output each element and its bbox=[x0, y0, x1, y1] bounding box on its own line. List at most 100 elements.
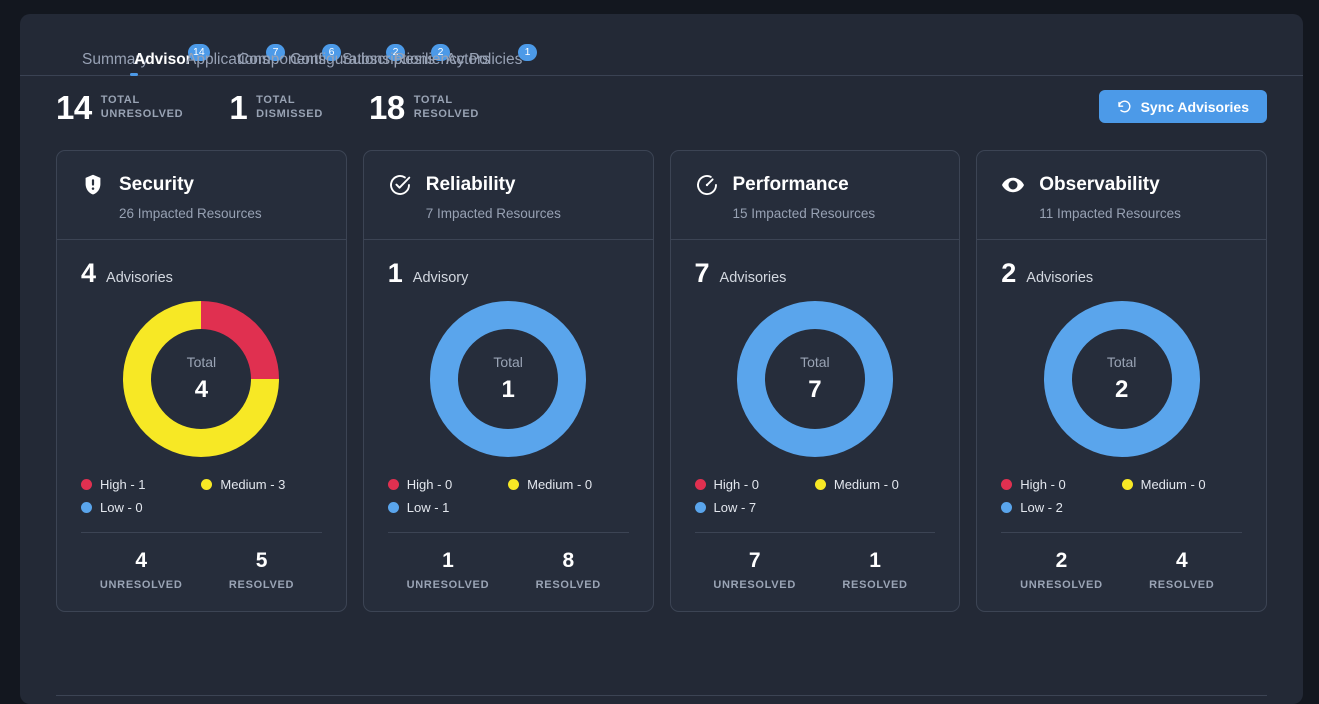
legend-dot-high bbox=[694, 479, 706, 490]
summary-stat-number: 18 bbox=[368, 88, 405, 126]
card-title: Reliability bbox=[425, 174, 516, 195]
tab-resiliency-policies[interactable]: Resiliency Policies 1 bbox=[368, 14, 537, 75]
card-body: 4 Advisories Total 4 High - 1 Medium - 3 L… bbox=[57, 240, 346, 611]
card-footer-number: 4 bbox=[135, 549, 148, 572]
card-footer: 1 UNRESOLVED 8 RESOLVED bbox=[387, 532, 629, 611]
donut-total-number: 2 bbox=[1114, 376, 1129, 403]
card-footer-number: 7 bbox=[748, 549, 761, 572]
summary-stat: 1 TOTAL DISMISSED bbox=[229, 91, 323, 124]
tab-badge: 1 bbox=[518, 44, 537, 61]
card-footer-stat: 5 RESOLVED bbox=[201, 549, 321, 591]
tab-summary[interactable]: Summary bbox=[56, 14, 148, 75]
summary-stat-line1: TOTAL bbox=[100, 94, 140, 106]
legend-item-high[interactable]: High - 0 bbox=[387, 477, 508, 492]
advisor-cards: Security 26 Impacted Resources 4 Advisor… bbox=[20, 138, 1303, 613]
summary-stat-line1: TOTAL bbox=[256, 94, 296, 106]
legend-item-low[interactable]: Low - 1 bbox=[387, 500, 508, 515]
tab-bar: Summary Advisor 14 Applications 7 Components 6… bbox=[20, 14, 1303, 76]
card-footer-label: RESOLVED bbox=[228, 579, 295, 592]
card-footer-number: 5 bbox=[255, 549, 268, 572]
legend-dot-low bbox=[387, 502, 399, 513]
advisor-card-reliability[interactable]: Reliability 7 Impacted Resources 1 Advis… bbox=[362, 150, 654, 613]
donut-chart[interactable]: Total 2 bbox=[1043, 301, 1200, 457]
card-footer-stat: 7 UNRESOLVED bbox=[695, 549, 815, 591]
legend-item-high[interactable]: High - 0 bbox=[694, 477, 815, 492]
legend-dot-high bbox=[1001, 479, 1013, 490]
advisor-card-security[interactable]: Security 26 Impacted Resources 4 Advisor… bbox=[56, 150, 347, 613]
legend-item-low[interactable]: Low - 0 bbox=[81, 500, 201, 515]
card-footer-stat: 2 UNRESOLVED bbox=[1001, 549, 1121, 591]
card-footer-stat: 1 RESOLVED bbox=[815, 549, 935, 591]
card-impacted-resources: 11 Impacted Resources bbox=[1039, 206, 1181, 221]
legend-label: Medium - 3 bbox=[220, 477, 286, 492]
advisories-count-row: 1 Advisory bbox=[388, 260, 629, 287]
card-footer-label: RESOLVED bbox=[1149, 579, 1215, 592]
tab-components[interactable]: Components 6 bbox=[212, 14, 341, 75]
legend-dot-medium bbox=[508, 479, 520, 490]
donut-total-number: 7 bbox=[808, 376, 822, 403]
tab-label: Actors bbox=[446, 51, 490, 68]
donut-chart[interactable]: Total 1 bbox=[430, 301, 587, 457]
donut-chart-wrapper: Total 1 bbox=[388, 301, 629, 457]
donut-total-label: Total bbox=[1106, 354, 1137, 370]
legend-label: Medium - 0 bbox=[1140, 477, 1206, 492]
legend-dot-low bbox=[1001, 502, 1013, 513]
severity-legend: High - 1 Medium - 3 Low - 0 bbox=[81, 477, 322, 515]
refresh-icon bbox=[1117, 99, 1132, 114]
legend-label: High - 0 bbox=[1020, 477, 1066, 492]
donut-chart-wrapper: Total 4 bbox=[81, 301, 322, 457]
advisories-label: Advisories bbox=[1026, 270, 1094, 286]
tab-actors[interactable]: Actors bbox=[420, 14, 490, 75]
advisories-count-row: 4 Advisories bbox=[81, 260, 322, 287]
sync-advisories-button[interactable]: Sync Advisories bbox=[1098, 90, 1267, 123]
gauge-icon bbox=[695, 173, 719, 197]
card-footer-number: 4 bbox=[1175, 549, 1188, 572]
card-footer-number: 1 bbox=[869, 549, 881, 572]
legend-item-high[interactable]: High - 1 bbox=[81, 477, 201, 492]
donut-total-number: 1 bbox=[501, 376, 515, 403]
legend-label: Low - 0 bbox=[100, 500, 143, 515]
tab-configurations[interactable]: Configurations 2 bbox=[264, 14, 405, 75]
legend-dot-medium bbox=[814, 479, 826, 490]
legend-dot-low bbox=[694, 502, 706, 513]
advisor-card-observability[interactable]: Observability 11 Impacted Resources 2 Ad… bbox=[976, 150, 1267, 613]
legend-item-medium[interactable]: Medium - 0 bbox=[1121, 477, 1242, 492]
advisories-label: Advisories bbox=[106, 270, 173, 286]
donut-chart[interactable]: Total 7 bbox=[736, 301, 893, 457]
tab-applications[interactable]: Applications 7 bbox=[160, 14, 285, 75]
legend-item-low[interactable]: Low - 2 bbox=[1001, 500, 1121, 515]
advisories-count: 2 bbox=[1001, 258, 1017, 288]
advisories-count-row: 2 Advisories bbox=[1001, 260, 1242, 287]
advisories-count: 7 bbox=[694, 258, 710, 288]
legend-dot-low bbox=[81, 502, 92, 513]
check-circle-icon bbox=[388, 173, 412, 197]
donut-chart[interactable]: Total 4 bbox=[123, 301, 280, 457]
legend-item-medium[interactable]: Medium - 0 bbox=[814, 477, 935, 492]
donut-center: Total 2 bbox=[1044, 301, 1200, 457]
donut-chart-wrapper: Total 2 bbox=[1001, 301, 1242, 457]
legend-label: Low - 7 bbox=[713, 500, 757, 515]
card-footer-label: UNRESOLVED bbox=[99, 579, 183, 592]
legend-label: Medium - 0 bbox=[527, 477, 593, 492]
summary-stat: 14 TOTAL UNRESOLVED bbox=[56, 91, 183, 124]
summary-stat-line2: DISMISSED bbox=[256, 108, 323, 120]
card-title: Observability bbox=[1039, 174, 1160, 195]
donut-center: Total 7 bbox=[737, 301, 893, 457]
legend-item-low[interactable]: Low - 7 bbox=[694, 500, 815, 515]
donut-chart-wrapper: Total 7 bbox=[695, 301, 936, 457]
severity-legend: High - 0 Medium - 0 Low - 2 bbox=[1001, 477, 1242, 515]
bottom-divider bbox=[56, 695, 1267, 696]
card-title: Performance bbox=[732, 174, 849, 195]
legend-item-medium[interactable]: Medium - 3 bbox=[201, 477, 321, 492]
advisor-panel: Summary Advisor 14 Applications 7 Components 6… bbox=[20, 14, 1303, 704]
card-footer: 2 UNRESOLVED 4 RESOLVED bbox=[1001, 532, 1242, 611]
legend-item-medium[interactable]: Medium - 0 bbox=[508, 477, 628, 492]
card-footer-label: UNRESOLVED bbox=[1020, 579, 1103, 592]
summary-stat-line2: RESOLVED bbox=[413, 108, 479, 120]
advisor-card-performance[interactable]: Performance 15 Impacted Resources 7 Advi… bbox=[669, 150, 961, 613]
tab-advisor[interactable]: Advisor 14 bbox=[108, 14, 210, 76]
card-footer-number: 1 bbox=[442, 549, 454, 572]
legend-item-high[interactable]: High - 0 bbox=[1001, 477, 1121, 492]
tab-subscriptions[interactable]: Subscriptions 2 bbox=[316, 14, 450, 75]
advisories-label: Advisory bbox=[412, 270, 469, 286]
